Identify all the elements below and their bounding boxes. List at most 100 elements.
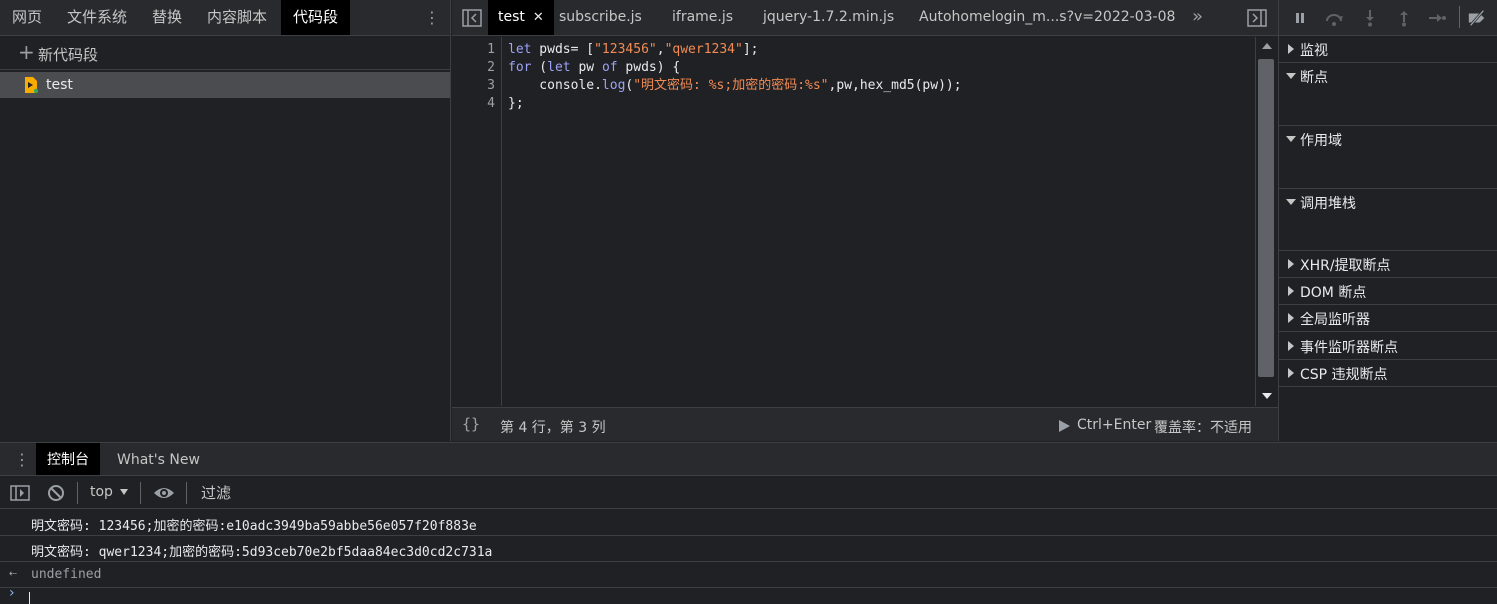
expand-arrow-icon xyxy=(1288,341,1294,351)
code-keyword: let xyxy=(547,60,571,75)
console-sidebar-icon[interactable] xyxy=(10,485,30,501)
console-result: ⇠ undefined xyxy=(0,562,1497,588)
editor-tab-subscribe[interactable]: subscribe.js xyxy=(549,0,652,35)
editor-tab-iframe[interactable]: iframe.js xyxy=(662,0,743,35)
tab-console[interactable]: 控制台 xyxy=(36,443,100,475)
drawer-menu-icon[interactable]: ⋮ xyxy=(14,451,30,469)
run-icon[interactable] xyxy=(1059,420,1070,432)
section-csp-breakpoints[interactable]: CSP 违规断点 xyxy=(1279,360,1497,386)
tab-whats-new[interactable]: What's New xyxy=(106,443,211,475)
code-text: pw xyxy=(570,60,602,75)
tab-filesystem[interactable]: 文件系统 xyxy=(55,0,139,35)
section-label: 调用堆栈 xyxy=(1300,196,1356,212)
console-result-text: undefined xyxy=(31,567,102,582)
editor-tabbar: test ✕ subscribe.js iframe.js jquery-1.7.… xyxy=(452,0,1278,36)
section-breakpoints[interactable]: 断点 xyxy=(1279,63,1497,89)
editor-tab-autohomelogin[interactable]: Autohomelogin_m...s?v=2022-03-08 xyxy=(909,0,1185,35)
section-label: DOM 断点 xyxy=(1300,285,1367,301)
editor-tab-test[interactable]: test ✕ xyxy=(488,0,554,35)
code-string: "123456" xyxy=(594,42,657,57)
line-number: 3 xyxy=(487,78,495,93)
debugger-toolbar xyxy=(1279,0,1497,36)
snippet-item-test[interactable]: test xyxy=(0,72,450,98)
tab-snippets[interactable]: 代码段 xyxy=(281,0,351,35)
editor-tab-label: test xyxy=(498,9,525,25)
cursor-position: 第 4 行，第 3 列 xyxy=(500,420,606,436)
pause-icon[interactable] xyxy=(1290,9,1310,27)
collapse-arrow-icon xyxy=(1286,73,1296,79)
code-keyword: of xyxy=(601,60,618,75)
tab-content-scripts[interactable]: 内容脚本 xyxy=(195,0,279,35)
code-text: pwds= [ xyxy=(531,42,595,57)
section-call-stack[interactable]: 调用堆栈 xyxy=(1279,189,1497,215)
clear-console-icon[interactable] xyxy=(47,484,65,502)
prompt-caret-icon: › xyxy=(9,585,15,601)
code-line-4: }; xyxy=(508,95,524,113)
code-keyword: for xyxy=(508,60,532,75)
step-into-icon[interactable] xyxy=(1360,9,1380,27)
drawer-tabbar: ⋮ 控制台 What's New xyxy=(0,442,1497,476)
console-message: 明文密码: 123456;加密的密码:e10adc3949ba59abbe56e… xyxy=(0,510,1497,536)
deactivate-breakpoints-icon[interactable] xyxy=(1467,9,1487,27)
console-message-text: 明文密码: 123456;加密的密码:e10adc3949ba59abbe56e… xyxy=(31,519,477,534)
code-text: }; xyxy=(508,96,524,111)
line-number-gutter: 1 2 3 4 xyxy=(452,37,502,406)
pretty-print-icon[interactable]: {} xyxy=(462,415,480,433)
console-message-text: 明文密码: qwer1234;加密的密码:5d93ceb70e2bf5daa84… xyxy=(31,545,493,560)
snippet-item-label: test xyxy=(46,77,73,93)
toolbar-separator xyxy=(140,482,141,504)
scroll-down-icon[interactable] xyxy=(1262,393,1272,399)
line-number: 2 xyxy=(487,60,495,75)
section-label: XHR/提取断点 xyxy=(1300,258,1391,274)
return-value-icon: ⇠ xyxy=(9,566,17,581)
tab-page[interactable]: 网页 xyxy=(0,0,54,35)
code-string: "qwer1234" xyxy=(664,42,743,57)
section-watch[interactable]: 监视 xyxy=(1279,36,1497,62)
divider xyxy=(1279,386,1497,387)
code-editor[interactable]: let pwds= ["123456","qwer1234"]; for (le… xyxy=(503,37,1255,406)
filter-input[interactable] xyxy=(195,480,1485,505)
section-xhr-breakpoints[interactable]: XHR/提取断点 xyxy=(1279,251,1497,277)
code-line-3: console.log("明文密码: %s;加密的密码:%s",pw,hex_m… xyxy=(508,77,961,95)
code-text: , xyxy=(656,42,665,57)
editor-scrollbar[interactable] xyxy=(1255,37,1277,406)
run-shortcut-label[interactable]: Ctrl+Enter xyxy=(1077,417,1151,433)
tabs-overflow-icon[interactable]: » xyxy=(1192,6,1212,28)
toolbar-separator xyxy=(77,482,78,504)
console-prompt-input[interactable] xyxy=(28,590,1488,604)
editor-tab-jquery[interactable]: jquery-1.7.2.min.js xyxy=(753,0,904,35)
chevron-down-icon[interactable] xyxy=(120,489,128,495)
toolbar-separator xyxy=(186,482,187,504)
close-icon[interactable]: ✕ xyxy=(533,10,544,25)
step-out-icon[interactable] xyxy=(1394,9,1414,27)
toggle-navigator-icon[interactable] xyxy=(462,9,482,27)
section-dom-breakpoints[interactable]: DOM 断点 xyxy=(1279,278,1497,304)
new-snippet-button[interactable]: + 新代码段 xyxy=(0,36,450,70)
text-cursor xyxy=(29,592,30,604)
scope-body xyxy=(1279,152,1497,189)
call-stack-body xyxy=(1279,215,1497,251)
divider xyxy=(1279,331,1497,332)
section-event-listener-breakpoints[interactable]: 事件监听器断点 xyxy=(1279,333,1497,359)
step-over-icon[interactable] xyxy=(1324,9,1344,27)
scroll-up-icon[interactable] xyxy=(1262,43,1272,49)
expand-arrow-icon xyxy=(1288,44,1294,54)
context-selector[interactable]: top xyxy=(90,484,113,500)
more-options-icon[interactable]: ⋮ xyxy=(424,8,440,28)
expand-arrow-icon xyxy=(1288,313,1294,323)
collapse-arrow-icon xyxy=(1286,136,1296,142)
section-scope[interactable]: 作用域 xyxy=(1279,126,1497,152)
debugger-sidebar: 监视 断点 作用域 调用堆栈 XHR/提取断点 DOM 断点 全局监听器 事件监… xyxy=(1278,0,1497,441)
console-toolbar: top xyxy=(0,476,1497,509)
eye-icon[interactable] xyxy=(153,485,175,501)
toolbar-separator xyxy=(1459,6,1460,28)
toggle-debugger-icon[interactable] xyxy=(1247,9,1267,27)
code-text: pwds) { xyxy=(617,60,681,75)
code-string: "明文密码: %s;加密的密码:%s" xyxy=(633,78,829,93)
collapse-arrow-icon xyxy=(1286,199,1296,205)
section-global-listeners[interactable]: 全局监听器 xyxy=(1279,305,1497,331)
section-label: 全局监听器 xyxy=(1300,312,1370,328)
tab-overrides[interactable]: 替换 xyxy=(140,0,194,35)
step-icon[interactable] xyxy=(1427,9,1447,27)
scrollbar-thumb[interactable] xyxy=(1258,59,1274,377)
